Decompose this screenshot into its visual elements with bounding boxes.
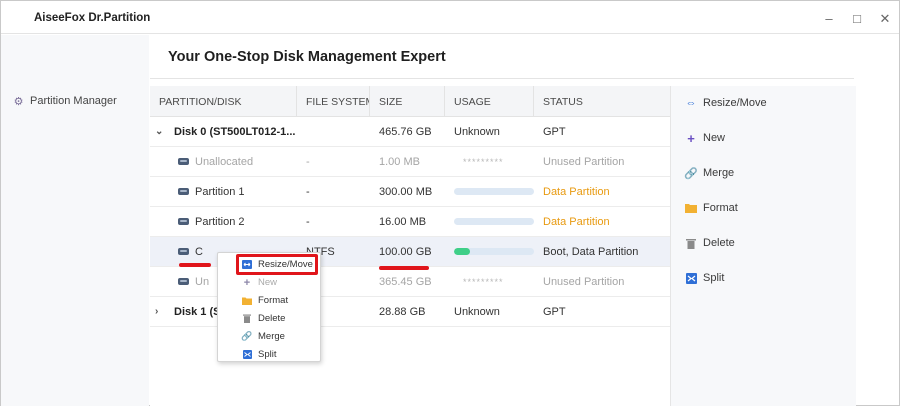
- app-window: AiseeFox Dr.Partition – □ ✕ ⚙ Partition …: [0, 0, 900, 406]
- split-button[interactable]: Split: [685, 272, 724, 284]
- partition-name: Partition 1: [195, 185, 245, 198]
- status: GPT: [543, 305, 566, 318]
- file-system: -: [306, 155, 310, 168]
- status: Data Partition: [543, 215, 610, 228]
- file-system: -: [306, 215, 310, 228]
- size: 1.00 MB: [379, 155, 420, 168]
- plus-icon: +: [243, 276, 251, 289]
- link-icon: 🔗: [684, 167, 698, 180]
- highlight-underline: [179, 263, 211, 267]
- size: 365.45 GB: [379, 275, 432, 288]
- column-header-status[interactable]: STATUS: [534, 86, 670, 117]
- usage-bar: [454, 188, 534, 195]
- disk-icon: [178, 218, 189, 225]
- table-row[interactable]: Partition 1 - 300.00 MB Data Partition: [150, 177, 670, 207]
- column-header-file-system[interactable]: FILE SYSTEM: [297, 86, 370, 117]
- column-header-size[interactable]: SIZE: [370, 86, 445, 117]
- usage-text: *********: [463, 276, 504, 287]
- resize-move-button[interactable]: ⇔ Resize/Move: [685, 97, 767, 109]
- file-system: -: [306, 185, 310, 198]
- column-header-partition[interactable]: PARTITION/DISK: [150, 86, 297, 117]
- context-menu-format[interactable]: Format: [242, 295, 288, 306]
- size: 465.76 GB: [379, 125, 432, 138]
- usage-text: Unknown: [454, 305, 500, 318]
- format-button[interactable]: Format: [685, 202, 738, 214]
- file-system: [297, 117, 370, 147]
- sidebar-item-partition-manager[interactable]: ⚙ Partition Manager: [13, 95, 117, 108]
- folder-icon: [685, 202, 697, 214]
- status: Unused Partition: [543, 275, 625, 288]
- status: Boot, Data Partition: [543, 245, 639, 258]
- partition-name: Disk 0 (ST500LT012-1...: [174, 125, 296, 138]
- disk-icon: [178, 158, 189, 165]
- minimize-icon[interactable]: –: [821, 10, 837, 26]
- size: 100.00 GB: [379, 245, 432, 258]
- partition-name: Unallocated: [195, 155, 254, 168]
- new-button[interactable]: + New: [685, 130, 725, 146]
- sidebar: ⚙ Partition Manager: [1, 35, 149, 406]
- usage-bar: [454, 248, 534, 255]
- usage-fill: [454, 248, 470, 255]
- usage-bar: [454, 218, 534, 225]
- chevron-right-icon[interactable]: ›: [155, 306, 167, 317]
- size: 28.88 GB: [379, 305, 426, 318]
- gear-icon: ⚙: [13, 95, 24, 108]
- column-header-usage[interactable]: USAGE: [445, 86, 534, 117]
- table-row[interactable]: ⌄ Disk 0 (ST500LT012-1... 465.76 GB Unkn…: [150, 117, 670, 147]
- split-icon: [242, 350, 252, 360]
- resize-icon: ⇔: [685, 97, 697, 109]
- context-menu-merge[interactable]: 🔗 Merge: [241, 331, 285, 342]
- usage-text: Unknown: [454, 125, 500, 138]
- maximize-icon[interactable]: □: [849, 10, 865, 26]
- window-controls: – □ ✕: [821, 10, 893, 26]
- trash-icon: [685, 237, 697, 249]
- chevron-down-icon[interactable]: ⌄: [155, 126, 167, 137]
- page-title: Your One-Stop Disk Management Expert: [168, 49, 446, 65]
- highlight-underline: [379, 266, 429, 270]
- context-menu-delete[interactable]: Delete: [242, 313, 285, 324]
- status: Data Partition: [543, 185, 610, 198]
- partition-name: C: [195, 245, 203, 258]
- delete-button[interactable]: Delete: [685, 237, 735, 249]
- sidebar-item-label: Partition Manager: [30, 95, 117, 107]
- link-icon: 🔗: [241, 331, 253, 341]
- size: 16.00 MB: [379, 215, 427, 228]
- disk-icon: [178, 278, 189, 285]
- split-icon: [685, 272, 697, 284]
- status: GPT: [543, 125, 566, 138]
- folder-icon: [242, 296, 252, 306]
- context-menu-new[interactable]: + New: [242, 276, 277, 289]
- trash-icon: [242, 314, 252, 324]
- context-menu-split[interactable]: Split: [242, 349, 276, 360]
- title-bar: AiseeFox Dr.Partition – □ ✕: [1, 1, 899, 34]
- partition-name: Un: [195, 275, 210, 288]
- close-icon[interactable]: ✕: [877, 10, 893, 26]
- usage-text: *********: [463, 156, 504, 167]
- plus-icon: +: [687, 130, 695, 146]
- table-row[interactable]: Partition 2 - 16.00 MB Data Partition: [150, 207, 670, 237]
- table-row[interactable]: Unallocated - 1.00 MB ********* Unused P…: [150, 147, 670, 177]
- highlight-box: [236, 254, 318, 275]
- status: Unused Partition: [543, 155, 625, 168]
- merge-button[interactable]: 🔗 Merge: [684, 167, 734, 180]
- table-header: PARTITION/DISK FILE SYSTEM SIZE USAGE ST…: [150, 86, 670, 117]
- disk-icon: [178, 248, 189, 255]
- action-panel: ⇔ Resize/Move + New 🔗 Merge Format Delet…: [670, 86, 856, 406]
- disk-icon: [178, 188, 189, 195]
- divider: [150, 78, 854, 79]
- size: 300.00 MB: [379, 185, 433, 198]
- partition-name: Partition 2: [195, 215, 245, 228]
- app-title: AiseeFox Dr.Partition: [34, 12, 151, 24]
